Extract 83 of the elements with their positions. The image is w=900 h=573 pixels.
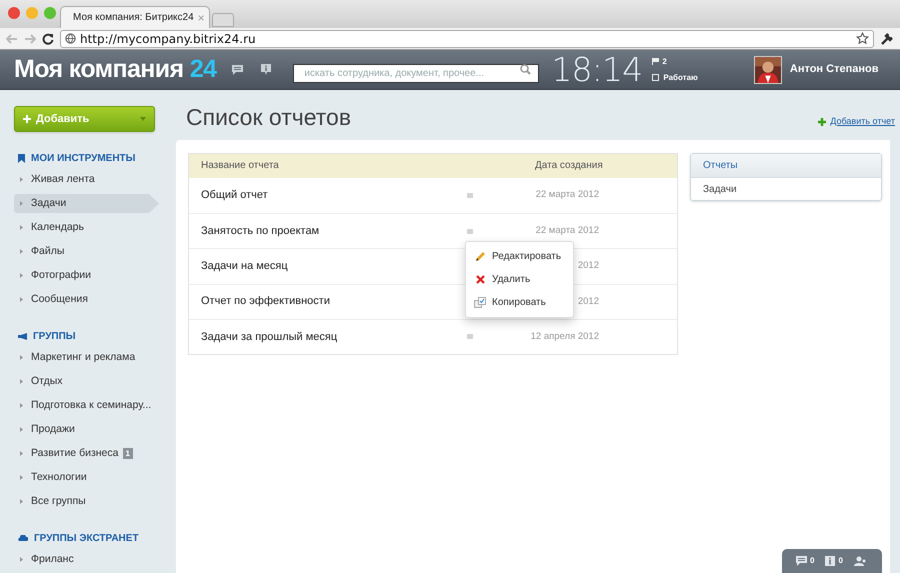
table-cell-text: 2012 (578, 259, 599, 274)
pencil-icon (474, 251, 486, 262)
menu-item[interactable]: Редактировать (466, 247, 573, 266)
sidebar-item[interactable]: Файлы (14, 242, 176, 261)
bookmark-icon (18, 154, 25, 162)
table-cell-text: 2012 (578, 294, 599, 308)
table-cell: 12 апреля 2012 (530, 330, 599, 344)
flag-icon[interactable] (652, 58, 660, 65)
notification-count: 0 (838, 555, 843, 567)
panel-item[interactable]: Задачи (691, 178, 881, 200)
copy-icon (474, 297, 486, 308)
user-name[interactable]: Антон Степанов (790, 61, 878, 78)
megaphone-icon (18, 332, 27, 340)
section-title[interactable]: ГРУППЫ ЭКСТРАНЕТ (34, 530, 139, 546)
status-checkbox[interactable] (652, 74, 660, 81)
people-icon[interactable] (854, 556, 866, 566)
globe-icon (65, 33, 76, 44)
bullet-icon (20, 403, 23, 408)
reload-icon[interactable] (42, 32, 54, 44)
sidebar-item[interactable]: Все группы (14, 492, 176, 511)
column-header: Дата создания (535, 159, 603, 174)
caret-icon (140, 117, 146, 121)
section-title[interactable]: МОИ ИНСТРУМЕНТЫ (31, 150, 136, 166)
chat-icon[interactable] (796, 556, 807, 566)
sidebar-item[interactable]: Фотографии (14, 266, 176, 285)
status-label: Работаю (663, 72, 698, 84)
table-cell[interactable]: Задачи за прошлый месяц (189, 328, 467, 346)
plus-icon (23, 115, 31, 123)
bullet-icon (20, 557, 23, 562)
info-icon[interactable] (261, 64, 272, 75)
plus-icon (818, 118, 826, 126)
sidebar-item[interactable]: Технологии (14, 468, 176, 487)
page-title: Список отчетов (186, 102, 352, 132)
sidebar-item[interactable]: Живая лента (14, 170, 176, 189)
bullet-icon (20, 273, 23, 278)
sidebar-item[interactable]: Задачи (14, 194, 159, 213)
bullet-icon (20, 451, 23, 456)
sidebar-item[interactable]: Развитие бизнеса 1 (14, 444, 176, 463)
table-cell[interactable]: Отчет по эффективности (189, 293, 467, 310)
star-icon[interactable] (856, 32, 869, 45)
sidebar-item[interactable]: Отдых (14, 372, 176, 391)
flag-count: 2 (662, 56, 667, 68)
table-cell[interactable]: Занятость по проектам (189, 222, 467, 240)
bullet-icon (20, 249, 23, 254)
close-window-button[interactable] (8, 7, 20, 19)
sidebar-item[interactable]: Продажи (14, 420, 176, 439)
menu-item[interactable]: Копировать (466, 293, 573, 312)
add-report-link[interactable]: Добавить отчет (830, 115, 895, 129)
info-icon[interactable] (825, 556, 836, 566)
section-title[interactable]: ГРУППЫ (33, 328, 76, 344)
bullet-icon (20, 427, 23, 432)
chat-icon[interactable] (232, 64, 244, 74)
sidebar-item[interactable]: Календарь (14, 218, 176, 237)
menu-item[interactable]: Удалить (466, 270, 573, 289)
browser-tab[interactable]: Моя компания: Битрикс24 × (60, 6, 210, 28)
table-cell[interactable]: Задачи на месяц (189, 258, 467, 275)
sidebar-item[interactable]: Сообщения (14, 290, 176, 309)
table-cell-text: 22 марта 2012 (536, 188, 599, 202)
bullet-icon (20, 499, 23, 504)
bullet-icon (20, 177, 23, 182)
count-badge: 1 (122, 448, 133, 459)
delete-icon (476, 275, 484, 284)
tab-title: Моя компания: Битрикс24 (73, 11, 194, 25)
cloud-icon (18, 535, 28, 541)
search-field[interactable]: искать сотрудника, документ, прочее... (293, 64, 540, 83)
bullet-icon (20, 379, 23, 384)
address-bar[interactable]: http://mycompany.bitrix24.ru (60, 30, 874, 48)
bullet-icon (20, 475, 23, 480)
bullet-icon (20, 201, 23, 206)
panel-header[interactable]: Отчеты (691, 154, 881, 178)
clock: 18:14 (551, 53, 642, 86)
message-count: 0 (810, 555, 814, 567)
sidebar-item[interactable]: Маркетинг и реклама (14, 348, 176, 367)
sidebar-item[interactable]: Фриланс (14, 550, 176, 569)
column-header: Название отчета (200, 159, 280, 174)
company-logo[interactable]: Моя компания 24 (14, 50, 216, 88)
search-icon[interactable] (520, 64, 532, 75)
bullet-icon (20, 225, 23, 230)
sidebar-item[interactable]: Подготовка к семинару... (14, 396, 176, 415)
bullet-icon (20, 355, 23, 360)
bullet-icon (20, 297, 23, 302)
table-cell: 22 марта 2012 (536, 224, 599, 238)
table-cell[interactable]: Общий отчет (189, 187, 467, 204)
